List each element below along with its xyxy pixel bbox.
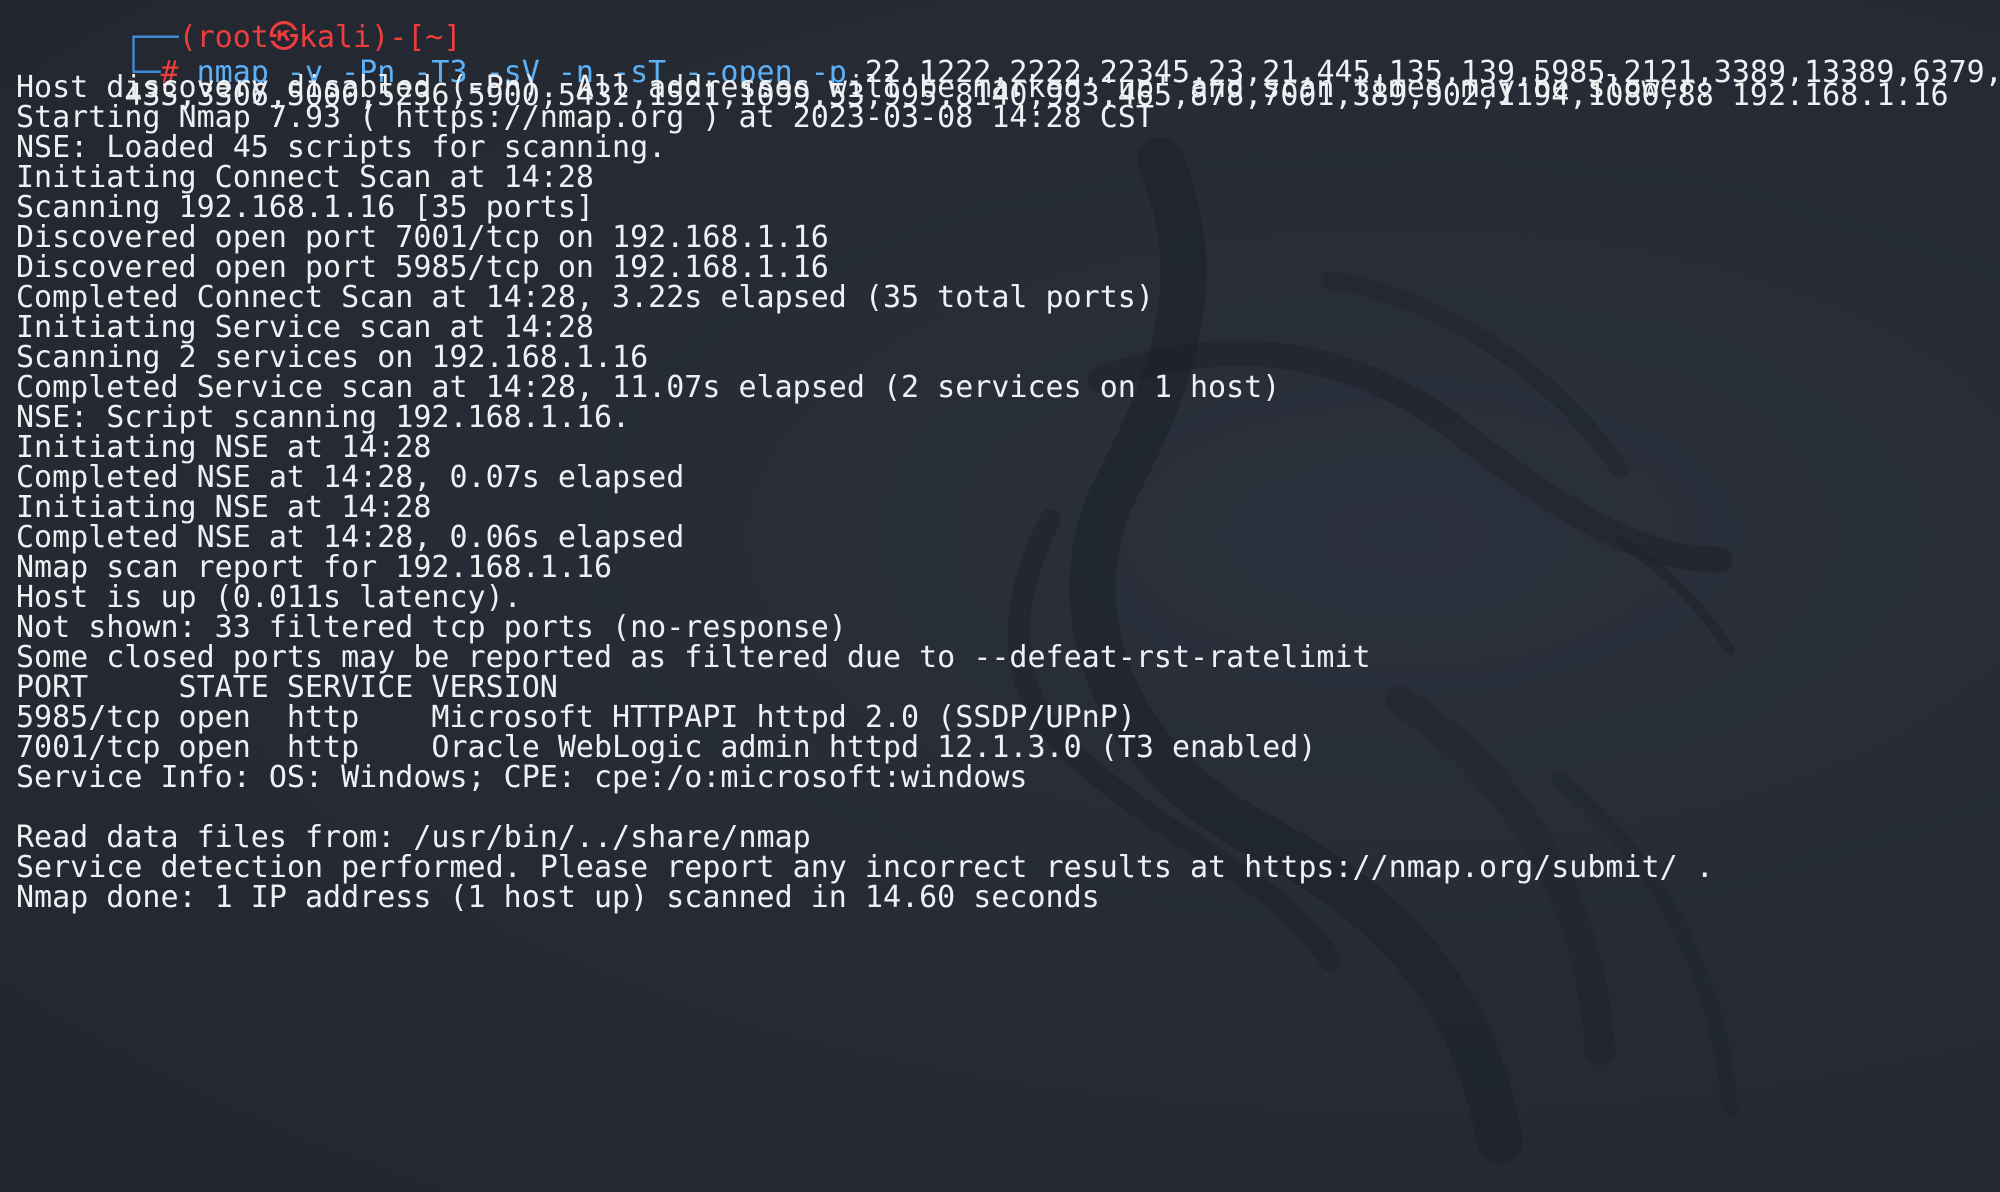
- terminal-window[interactable]: ┌──(root㉿kali)-[~] └─# nmap -v -Pn -T3 -…: [0, 0, 2000, 1192]
- output-line: Nmap done: 1 IP address (1 host up) scan…: [16, 880, 1100, 915]
- output-line: Service Info: OS: Windows; CPE: cpe:/o:m…: [16, 760, 1028, 795]
- command-target: 192.168.1.16: [1713, 78, 1949, 113]
